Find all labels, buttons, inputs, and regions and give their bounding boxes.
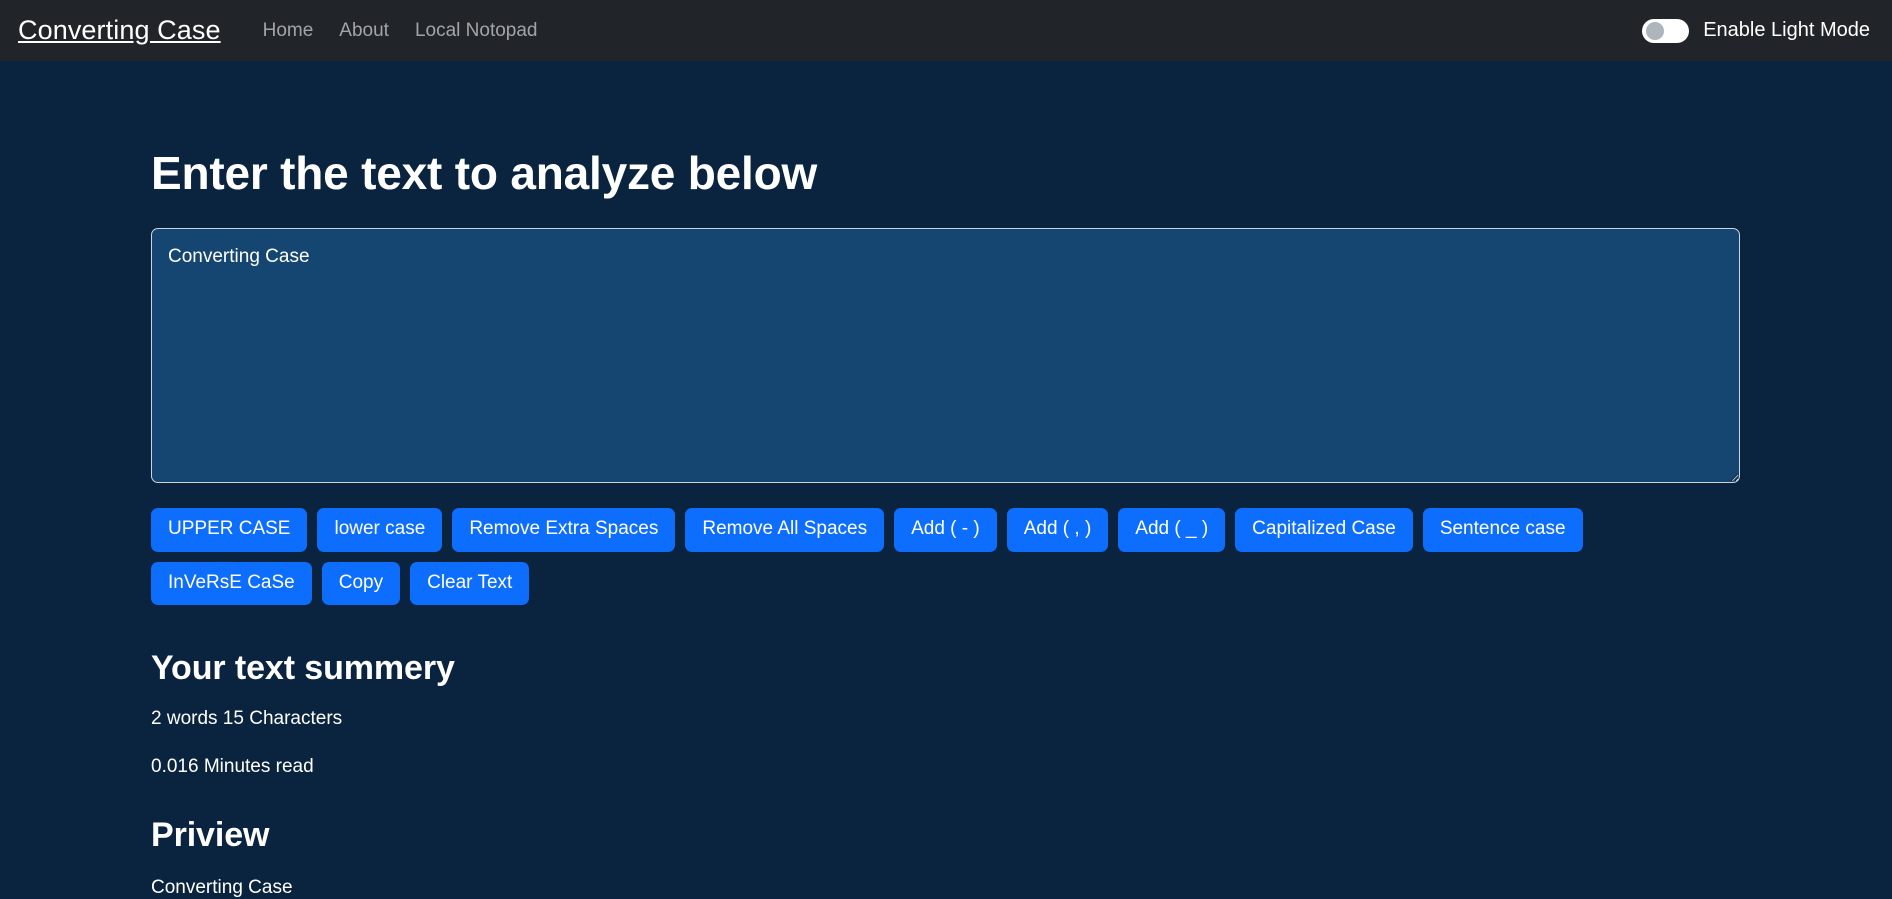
summary-title: Your text summery bbox=[151, 649, 455, 688]
theme-toggle-switch[interactable] bbox=[1642, 18, 1690, 43]
nav-link-home[interactable]: Home bbox=[263, 20, 314, 42]
action-button-row: UPPER CASE lower case Remove Extra Space… bbox=[151, 507, 1751, 606]
upper-case-button[interactable]: UPPER CASE bbox=[151, 507, 308, 552]
lower-case-button[interactable]: lower case bbox=[317, 507, 443, 552]
navbar-right: Enable Light Mode bbox=[1642, 18, 1870, 43]
add-underscore-button[interactable]: Add ( _ ) bbox=[1118, 507, 1226, 552]
remove-extra-spaces-button[interactable]: Remove Extra Spaces bbox=[452, 507, 676, 552]
navbar-brand[interactable]: Converting Case bbox=[10, 15, 221, 46]
add-comma-button[interactable]: Add ( , ) bbox=[1006, 507, 1109, 552]
textarea-wrapper bbox=[151, 227, 1892, 483]
preview-text: Converting Case bbox=[151, 877, 293, 899]
page-title: Enter the text to analyze below bbox=[151, 147, 818, 199]
nav-link-about[interactable]: About bbox=[339, 20, 389, 42]
remove-all-spaces-button[interactable]: Remove All Spaces bbox=[685, 507, 885, 552]
main-container: Enter the text to analyze below UPPER CA… bbox=[0, 61, 1892, 899]
toggle-knob-icon bbox=[1646, 21, 1665, 40]
add-dash-button[interactable]: Add ( - ) bbox=[894, 507, 997, 552]
copy-button[interactable]: Copy bbox=[321, 561, 401, 606]
inverse-case-button[interactable]: InVeRsE CaSe bbox=[151, 561, 312, 606]
clear-text-button[interactable]: Clear Text bbox=[410, 561, 530, 606]
theme-toggle-label: Enable Light Mode bbox=[1703, 19, 1870, 41]
navbar: Converting Case Home About Local Notopad… bbox=[0, 0, 1892, 61]
navbar-links: Home About Local Notopad bbox=[263, 20, 538, 42]
text-input-area[interactable] bbox=[151, 227, 1740, 483]
summary-word-char-count: 2 words 15 Characters bbox=[151, 708, 343, 730]
capitalized-case-button[interactable]: Capitalized Case bbox=[1235, 507, 1413, 552]
sentence-case-button[interactable]: Sentence case bbox=[1422, 507, 1583, 552]
nav-link-local-notopad[interactable]: Local Notopad bbox=[415, 20, 538, 42]
summary-read-time: 0.016 Minutes read bbox=[151, 756, 314, 778]
preview-title: Priview bbox=[151, 816, 270, 855]
